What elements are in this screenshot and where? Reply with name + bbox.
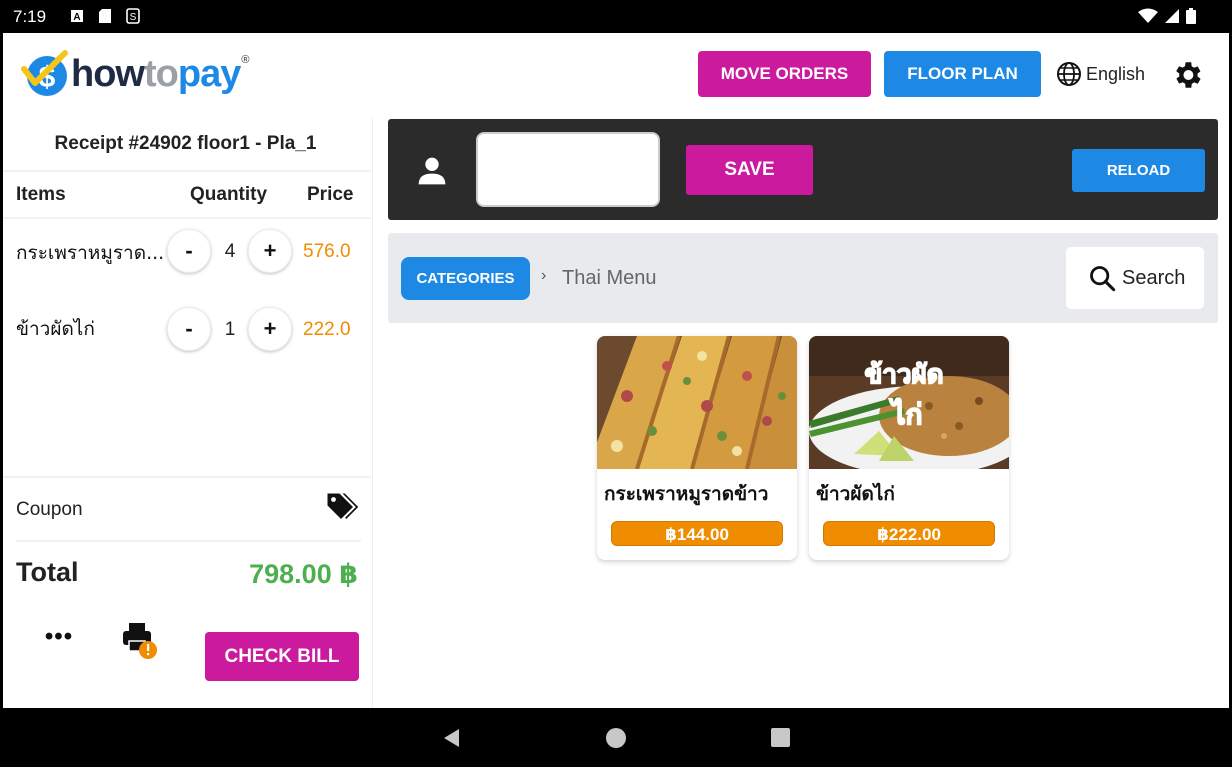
increase-qty-button[interactable]: + xyxy=(248,229,292,273)
save-button[interactable]: SAVE xyxy=(686,145,813,195)
item-name: ข้าวผัดไก่ xyxy=(16,318,95,340)
coupon-tag-icon[interactable] xyxy=(323,489,359,525)
column-quantity: Quantity xyxy=(190,184,268,205)
category-bar: CATEGORIES › Thai Menu Search xyxy=(388,233,1218,323)
status-icons-left: A S xyxy=(70,8,140,24)
product-image-pizza xyxy=(597,336,797,470)
pos-app: $ howtopay ® MOVE ORDERS FLOOR PLAN Engl… xyxy=(3,33,1229,708)
notification-a-icon: A xyxy=(71,10,83,23)
svg-text:S: S xyxy=(130,12,137,23)
item-quantity: 4 xyxy=(224,241,236,262)
search-button[interactable]: Search xyxy=(1066,247,1204,309)
home-icon[interactable] xyxy=(606,728,626,748)
total-label: Total xyxy=(16,557,79,587)
divider xyxy=(3,217,371,219)
status-bar: 7:19 A S xyxy=(0,0,1232,33)
device-frame: 7:19 A S $ howtopay ® MOVE ORDERS FLOOR … xyxy=(0,0,1232,767)
wifi-icon xyxy=(1138,8,1158,23)
gear-icon[interactable] xyxy=(1170,58,1204,92)
signal-icon xyxy=(1165,9,1179,23)
logo-coin-icon: $ xyxy=(21,50,68,96)
increase-qty-button[interactable]: + xyxy=(248,307,292,351)
app-header: $ howtopay ® MOVE ORDERS FLOOR PLAN Engl… xyxy=(3,33,1229,117)
product-card[interactable]: ข้าวผัด ไก่ ข้าวผัดไก่ ฿222.00 xyxy=(809,336,1009,560)
sync-icon: S xyxy=(126,8,140,24)
sd-card-icon xyxy=(99,9,111,23)
language-label: English xyxy=(1086,63,1146,84)
battery-icon xyxy=(1186,8,1196,24)
floor-plan-button[interactable]: FLOOR PLAN xyxy=(884,51,1041,97)
divider xyxy=(16,540,361,542)
item-price: 576.0 xyxy=(303,241,351,262)
categories-button[interactable]: CATEGORIES xyxy=(401,257,530,300)
column-items: Items xyxy=(16,184,66,205)
check-bill-button[interactable]: CHECK BILL xyxy=(205,632,359,681)
search-icon xyxy=(1090,266,1116,292)
more-options-button[interactable]: ••• xyxy=(41,623,77,653)
product-price-badge: ฿144.00 xyxy=(611,521,783,546)
item-quantity: 1 xyxy=(224,319,236,340)
total-value: 798.00 ฿ xyxy=(249,559,358,589)
breadcrumb-current[interactable]: Thai Menu xyxy=(562,267,657,290)
svg-text:A: A xyxy=(73,12,80,23)
receipt-panel: Receipt #24902 floor1 - Pla_1 Items Quan… xyxy=(3,117,373,708)
product-price-badge: ฿222.00 xyxy=(823,521,995,546)
breadcrumb-separator: › xyxy=(541,267,547,284)
coupon-label: Coupon xyxy=(16,499,83,520)
person-icon xyxy=(418,157,446,185)
svg-text:ข้าวผัด: ข้าวผัด xyxy=(864,360,943,390)
printer-icon[interactable] xyxy=(120,619,162,663)
product-name: กระเพราหมูราดข้าว xyxy=(604,483,769,505)
column-price: Price xyxy=(307,184,354,205)
customer-toolbar: SAVE RELOAD xyxy=(388,119,1218,220)
logo-text: howtopay xyxy=(71,52,241,95)
status-icons-right xyxy=(1138,8,1196,24)
logo-registered: ® xyxy=(241,54,250,66)
status-time: 7:19 xyxy=(13,7,47,26)
product-image-fried-rice: ข้าวผัด ไก่ xyxy=(809,336,1009,476)
product-name: ข้าวผัดไก่ xyxy=(816,483,895,505)
product-card[interactable]: กระเพราหมูราดข้าว ฿144.00 xyxy=(597,336,797,560)
decrease-qty-button[interactable]: - xyxy=(167,307,211,351)
language-selector[interactable]: English xyxy=(1056,61,1145,87)
decrease-qty-button[interactable]: - xyxy=(167,229,211,273)
back-icon[interactable] xyxy=(440,727,462,749)
howtopay-logo: $ howtopay ® xyxy=(21,49,249,99)
divider xyxy=(3,476,371,478)
recent-apps-icon[interactable] xyxy=(771,728,790,747)
svg-text:ไก่: ไก่ xyxy=(888,398,922,431)
globe-icon xyxy=(1057,62,1081,86)
divider xyxy=(3,170,371,172)
customer-input[interactable] xyxy=(476,132,660,207)
item-price: 222.0 xyxy=(303,319,351,340)
receipt-title: Receipt #24902 floor1 - Pla_1 xyxy=(54,133,317,154)
reload-button[interactable]: RELOAD xyxy=(1072,149,1205,192)
android-nav-bar xyxy=(0,708,1232,767)
move-orders-button[interactable]: MOVE ORDERS xyxy=(698,51,871,97)
search-label: Search xyxy=(1122,266,1186,289)
item-name: กระเพราหมูราด... xyxy=(16,242,165,264)
